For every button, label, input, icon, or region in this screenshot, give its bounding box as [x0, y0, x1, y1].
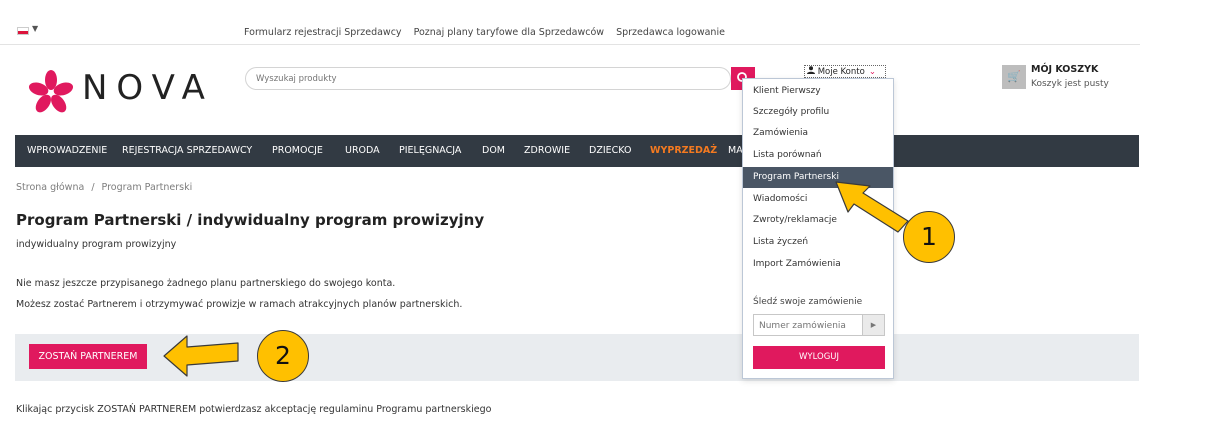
top-link-seller-login[interactable]: Sprzedawca logowanie [616, 27, 725, 38]
menu-item-zamowienia[interactable]: Zamówienia [743, 123, 893, 144]
nav-item-dziecko[interactable]: DZIECKO [589, 145, 631, 156]
cart-title[interactable]: MÓJ KOSZYK [1031, 64, 1098, 75]
chevron-down-icon: ⌄ [868, 67, 876, 77]
track-order-label: Śledź swoje zamówienie [753, 297, 863, 307]
nav-item-pielegnacja[interactable]: PIELĘGNACJA [399, 145, 461, 156]
my-account-label: Moje Konto [817, 67, 865, 77]
nav-item-wprowadzenie[interactable]: WPROWADZENIE [27, 145, 107, 156]
menu-item-klient[interactable]: Klient Pierwszy [743, 81, 893, 102]
language-caret-icon[interactable]: ▼ [32, 24, 38, 33]
menu-item-porownania[interactable]: Lista porównań [743, 145, 893, 166]
menu-item-profil[interactable]: Szczegóły profilu [743, 102, 893, 123]
cart-status: Koszyk jest pusty [1031, 79, 1109, 89]
play-icon[interactable]: ▶ [862, 315, 884, 335]
nav-item-zdrowie[interactable]: ZDROWIE [524, 145, 570, 156]
search-input[interactable] [245, 67, 731, 90]
become-partner-button[interactable]: ZOSTAŃ PARTNEREM [29, 344, 147, 369]
nav-item-promocje[interactable]: PROMOCJE [272, 145, 323, 156]
nav-item-more[interactable]: MA [728, 145, 743, 156]
no-plan-info: Nie masz jeszcze przypisanego żadnego pl… [16, 278, 396, 289]
top-links: Formularz rejestracji Sprzedawcy Poznaj … [244, 27, 734, 38]
logout-button[interactable]: WYLOGUJ [753, 346, 885, 369]
user-icon [807, 66, 815, 74]
step-2-badge: 2 [257, 330, 309, 382]
breadcrumb-separator: / [91, 182, 95, 193]
breadcrumb-current: Program Partnerski [101, 182, 193, 193]
arrow-2-icon [163, 335, 239, 377]
arrow-1-icon [835, 181, 909, 233]
flower-logo-icon[interactable] [26, 70, 76, 116]
breadcrumb: Strona główna / Program Partnerski [16, 182, 192, 193]
pl-flag-icon[interactable] [17, 27, 29, 35]
nav-item-dom[interactable]: DOM [482, 145, 505, 156]
nav-item-uroda[interactable]: URODA [345, 145, 380, 156]
page-title: Program Partnerski / indywidualny progra… [16, 211, 485, 229]
order-number-field: ▶ [753, 314, 885, 337]
step-1-badge: 1 [903, 211, 955, 263]
terms-footnote: Klikając przycisk ZOSTAŃ PARTNEREM potwi… [16, 404, 492, 415]
top-link-seller-registration[interactable]: Formularz rejestracji Sprzedawcy [244, 27, 402, 38]
nav-item-wyprzedaz[interactable]: WYPRZEDAŻ [650, 145, 717, 156]
nav-item-rejestracja[interactable]: REJESTRACJA SPRZEDAWCY [122, 145, 252, 156]
top-link-seller-plans[interactable]: Poznaj plany taryfowe dla Sprzedawców [414, 27, 604, 38]
top-bar [0, 0, 1140, 45]
breadcrumb-home[interactable]: Strona główna [16, 182, 84, 193]
logo-text[interactable]: NOVA [82, 68, 214, 108]
menu-item-import[interactable]: Import Zamówienia [743, 254, 893, 275]
order-number-input[interactable] [754, 315, 869, 337]
my-account-toggle[interactable]: Moje Konto ⌄ [804, 65, 886, 78]
page-subtitle: indywidualny program prowizyjny [16, 239, 177, 250]
become-partner-info: Możesz zostać Partnerem i otrzymywać pro… [16, 299, 463, 310]
cart-icon[interactable]: 🛒 [1002, 65, 1026, 89]
